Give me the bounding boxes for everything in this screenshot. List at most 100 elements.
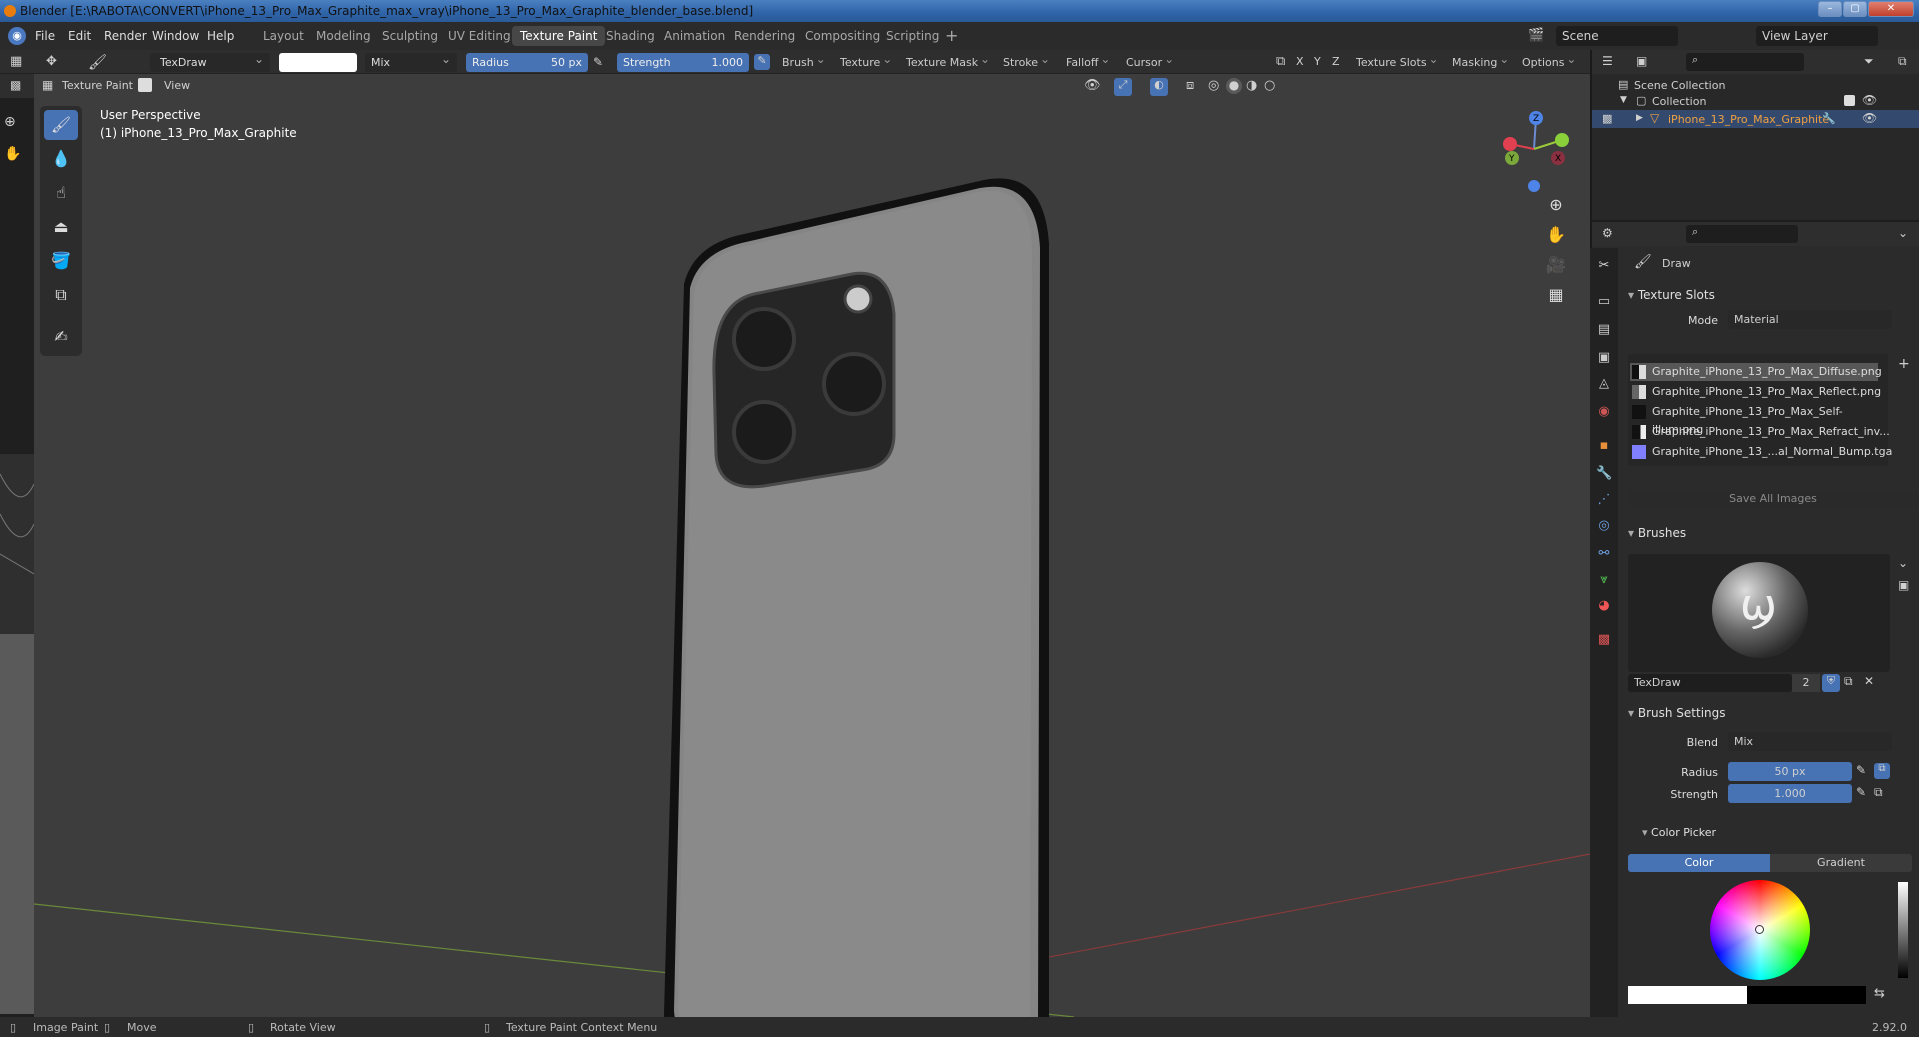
- menu-edit[interactable]: Edit: [68, 29, 91, 43]
- add-slot-icon[interactable]: +: [1898, 356, 1910, 372]
- texture-menu[interactable]: Texture: [834, 50, 894, 72]
- scene-tab-icon[interactable]: ◬: [1596, 376, 1612, 392]
- blender-menu-icon[interactable]: ◉: [8, 27, 26, 45]
- soften-tool-icon[interactable]: 💧: [44, 144, 78, 174]
- tab-uv-editing[interactable]: UV Editing: [440, 26, 519, 46]
- menu-file[interactable]: File: [35, 29, 55, 43]
- solid-shading-icon[interactable]: ●: [1226, 78, 1242, 94]
- object-label[interactable]: iPhone_13_Pro_Max_Graphite: [1668, 113, 1829, 126]
- add-workspace-icon[interactable]: +: [945, 26, 958, 45]
- output-tab-icon[interactable]: ▤: [1596, 322, 1612, 338]
- radius-pressure-toggle-icon[interactable]: ✎: [1856, 763, 1866, 777]
- maximize-button[interactable]: ▢: [1843, 1, 1867, 17]
- editor-type-icon[interactable]: ▦: [10, 54, 22, 69]
- strength-field[interactable]: 1.000: [1728, 784, 1852, 803]
- particles-tab-icon[interactable]: ⋰: [1596, 492, 1612, 508]
- display-mode-icon[interactable]: ▣: [1636, 54, 1647, 68]
- brush-menu[interactable]: Brush: [776, 50, 828, 72]
- tab-shading[interactable]: Shading: [598, 26, 663, 46]
- object-visibility-icon[interactable]: 👁: [1862, 111, 1877, 125]
- texture-tab-icon[interactable]: ▩: [1596, 632, 1612, 648]
- brush-list-expand-icon[interactable]: ⌄: [1898, 556, 1908, 570]
- tab-rendering[interactable]: Rendering: [726, 26, 803, 46]
- tab-animation[interactable]: Animation: [656, 26, 733, 46]
- mirror-x-button[interactable]: X: [1296, 55, 1304, 68]
- blend-dropdown[interactable]: Mix: [365, 50, 457, 72]
- constraints-tab-icon[interactable]: ⚯: [1596, 546, 1612, 562]
- clone-tool-icon[interactable]: ⏏: [44, 212, 78, 242]
- radius-pressure-icon[interactable]: ✎: [593, 55, 603, 69]
- close-button[interactable]: ✕: [1868, 1, 1914, 17]
- zoom-icon[interactable]: ⊕: [4, 114, 16, 130]
- mirror-y-button[interactable]: Y: [1314, 55, 1321, 68]
- options-menu[interactable]: Options: [1516, 50, 1578, 72]
- texture-slot-diffuse[interactable]: Graphite_iPhone_13_Pro_Max_Diffuse.png: [1630, 363, 1882, 381]
- collection-checkbox[interactable]: [1844, 95, 1855, 106]
- brush-users-count[interactable]: 2: [1792, 674, 1820, 692]
- unlink-brush-icon[interactable]: ✕: [1864, 674, 1874, 688]
- strength-lock-icon[interactable]: ⧉: [1874, 785, 1883, 800]
- mode-selector[interactable]: Texture Paint: [62, 79, 133, 92]
- outliner-editor-icon[interactable]: ☰: [1602, 54, 1613, 68]
- strength-pressure-toggle-icon[interactable]: ✎: [1856, 785, 1866, 799]
- radius-unit-toggle-icon[interactable]: ⧉: [1874, 763, 1890, 779]
- tab-sculpting[interactable]: Sculpting: [374, 26, 446, 46]
- view-layer-tab-icon[interactable]: ▣: [1596, 350, 1612, 366]
- object-expand-icon[interactable]: ▶: [1636, 113, 1643, 123]
- properties-options-icon[interactable]: ⌄: [1898, 226, 1908, 240]
- perspective-toggle-icon[interactable]: ▦: [1543, 282, 1569, 308]
- color-picker-header[interactable]: Color Picker: [1642, 826, 1716, 839]
- scene-collection-label[interactable]: Scene Collection: [1634, 79, 1725, 92]
- save-all-images-button[interactable]: Save All Images: [1628, 490, 1918, 508]
- tab-layout[interactable]: Layout: [255, 26, 312, 46]
- object-tab-icon[interactable]: ▪: [1596, 438, 1612, 454]
- tab-scripting[interactable]: Scripting: [878, 26, 947, 46]
- smear-tool-icon[interactable]: ☝: [44, 178, 78, 208]
- visibility-icon[interactable]: 👁: [1084, 78, 1101, 93]
- texture-slot-refract[interactable]: Graphite_iPhone_13_Pro_Max_Refract_inv..…: [1630, 423, 1890, 441]
- overlay-toggle-icon[interactable]: ◐: [1150, 78, 1168, 96]
- masking-menu[interactable]: Masking: [1446, 50, 1511, 72]
- radius-field[interactable]: 50 px: [1728, 762, 1852, 781]
- duplicate-brush-icon[interactable]: ⧉: [1844, 674, 1853, 689]
- collection-label[interactable]: Collection: [1652, 95, 1706, 108]
- data-tab-icon[interactable]: ⩔: [1596, 572, 1612, 588]
- brush-settings-header[interactable]: Brush Settings: [1628, 706, 1726, 720]
- blend-select[interactable]: Mix: [1728, 732, 1892, 751]
- world-tab-icon[interactable]: ◉: [1596, 404, 1612, 420]
- rendered-shading-icon[interactable]: ○: [1264, 78, 1275, 93]
- secondary-color-swatch[interactable]: [1747, 986, 1866, 1004]
- paint-mask-toggle[interactable]: [138, 78, 152, 92]
- tool-tab-icon[interactable]: ✂: [1596, 258, 1612, 274]
- render-tab-icon[interactable]: ▭: [1596, 294, 1612, 310]
- brush-preview[interactable]: ϣ: [1628, 554, 1890, 672]
- strength-pressure-icon[interactable]: ✎: [754, 54, 770, 70]
- draw-tool-icon[interactable]: 🖌: [44, 110, 78, 140]
- radius-slider[interactable]: Radius 50 px: [466, 53, 588, 72]
- camera-view-icon[interactable]: 🎥: [1543, 252, 1569, 278]
- hand-icon[interactable]: ✋: [4, 146, 21, 162]
- new-collection-icon[interactable]: ⧉: [1898, 54, 1907, 69]
- texture-slot-self-illum[interactable]: Graphite_iPhone_13_Pro_Max_Self-illum.pn…: [1630, 403, 1878, 436]
- brush-browse-icon[interactable]: ▣: [1898, 578, 1909, 592]
- navigation-gizmo[interactable]: Z Y X: [1494, 104, 1584, 194]
- texture-mask-menu[interactable]: Texture Mask: [900, 50, 992, 72]
- properties-search-input[interactable]: ⌕: [1686, 225, 1798, 243]
- symmetry-icon[interactable]: ⧉: [1276, 54, 1285, 69]
- mask-tool-icon[interactable]: ⧉: [44, 280, 78, 310]
- mode-icon[interactable]: ✥: [46, 54, 57, 69]
- strength-slider[interactable]: Strength 1.000: [617, 53, 749, 72]
- texture-slot-normal[interactable]: Graphite_iPhone_13_...al_Normal_Bump.tga: [1630, 443, 1892, 461]
- scene-field[interactable]: Scene: [1556, 26, 1678, 46]
- physics-tab-icon[interactable]: ◎: [1596, 518, 1612, 534]
- swap-colors-icon[interactable]: ⇆: [1874, 986, 1885, 1001]
- scene-icon[interactable]: 🎬: [1528, 28, 1544, 43]
- uv-editor-icon[interactable]: ▩: [10, 78, 21, 92]
- menu-render[interactable]: Render: [104, 29, 147, 43]
- outliner-search-input[interactable]: ⌕: [1686, 53, 1804, 71]
- gradient-tab[interactable]: Gradient: [1770, 854, 1912, 872]
- view-menu[interactable]: View: [164, 79, 190, 92]
- brush-name-field[interactable]: TexDraw: [1628, 674, 1792, 692]
- color-tab[interactable]: Color: [1628, 854, 1770, 872]
- fill-tool-icon[interactable]: 🪣: [44, 246, 78, 276]
